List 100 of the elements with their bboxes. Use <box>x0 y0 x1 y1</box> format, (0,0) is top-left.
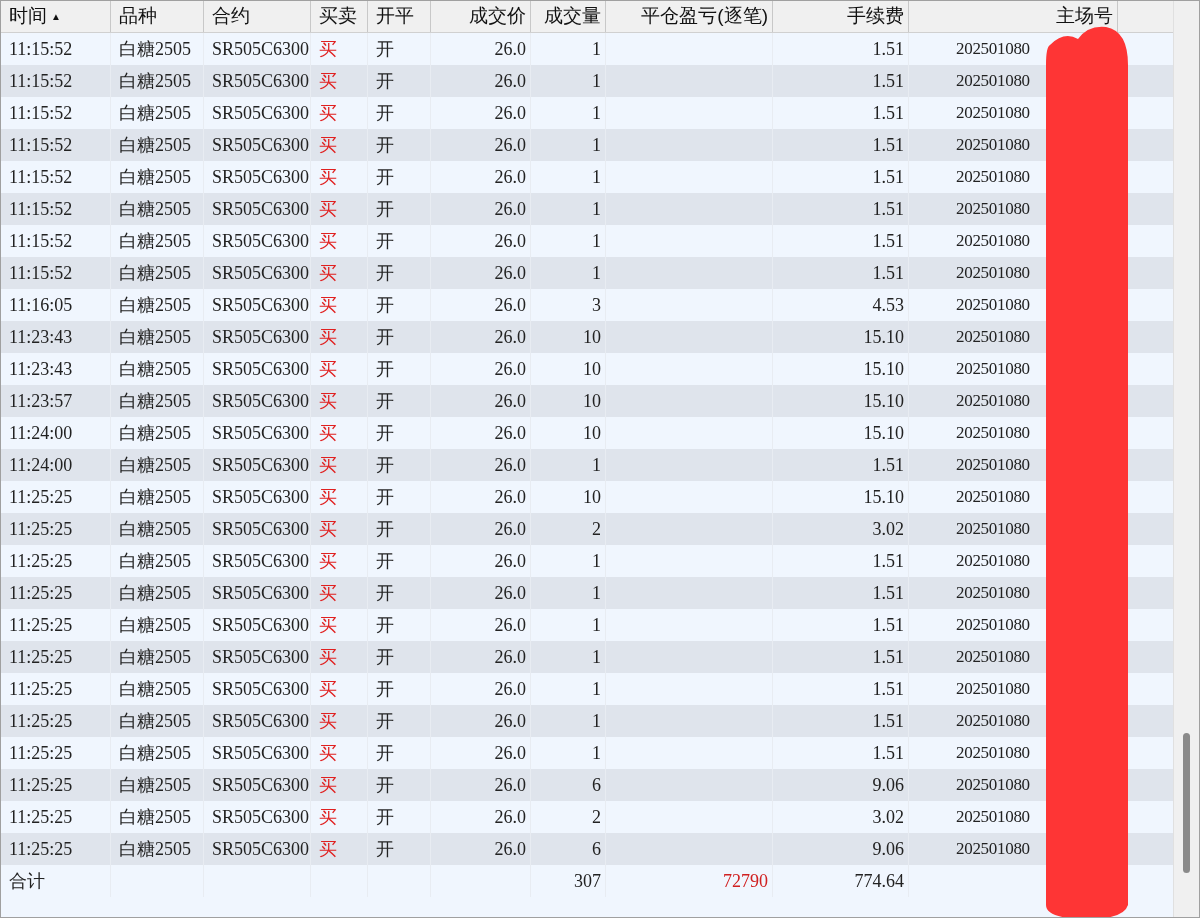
table-cell-text: SR505C6300 <box>212 517 310 541</box>
column-header[interactable]: 合约 <box>204 1 311 32</box>
table-cell-text: 11:25:25 <box>9 677 73 701</box>
table-cell-text: 买 <box>319 741 337 765</box>
table-cell-text: 买 <box>319 261 337 285</box>
table-cell-text: 11:25:25 <box>9 485 73 509</box>
table-cell-text: 1.51 <box>872 197 904 221</box>
table-cell-text: SR505C6300 <box>212 101 310 125</box>
table-cell-text: 1.51 <box>872 165 904 189</box>
column-header[interactable]: 成交价 <box>431 1 531 32</box>
table-cell-text: 26.0 <box>494 389 526 413</box>
table-cell-text: 26.0 <box>494 293 526 317</box>
table-cell-text: 白糖2505 <box>119 741 191 765</box>
table-cell-text: 开 <box>376 293 394 317</box>
table-cell-text: 开 <box>376 517 394 541</box>
table-cell-text: SR505C6300 <box>212 357 310 381</box>
total-cell-text: 307 <box>574 869 601 893</box>
table-cell-text: 11:15:52 <box>9 69 73 93</box>
table-cell-text: 买 <box>319 69 337 93</box>
table-cell-text: 202501080 <box>956 358 1030 381</box>
table-cell-text: 买 <box>319 581 337 605</box>
table-cell-text: 3 <box>592 293 601 317</box>
table-cell-text: 买 <box>319 37 337 61</box>
table-cell-text: SR505C6300 <box>212 805 310 829</box>
table-cell-text: 买 <box>319 837 337 861</box>
column-header[interactable]: 买卖 <box>311 1 368 32</box>
table-cell-text: SR505C6300 <box>212 485 310 509</box>
column-header[interactable]: 开平 <box>368 1 431 32</box>
table-cell-text: 1.51 <box>872 549 904 573</box>
column-header[interactable]: 成交量 <box>531 1 606 32</box>
table-cell-text: 1.51 <box>872 69 904 93</box>
table-cell-text: 11:15:52 <box>9 165 73 189</box>
table-cell-text: 26.0 <box>494 613 526 637</box>
table-cell-text: 202501080 <box>956 166 1030 189</box>
table-cell-text: SR505C6300 <box>212 293 310 317</box>
table-cell-text: 202501080 <box>956 742 1030 765</box>
table-cell-text: 白糖2505 <box>119 805 191 829</box>
table-cell-text: 11:23:57 <box>9 389 73 413</box>
table-cell-text: 3.02 <box>872 517 904 541</box>
table-cell-text: 买 <box>319 517 337 541</box>
table-cell-text: 1 <box>592 197 601 221</box>
table-cell-text: 买 <box>319 133 337 157</box>
table-cell-text: 10 <box>583 485 601 509</box>
table-cell-text: 202501080 <box>956 294 1030 317</box>
table-cell-text: SR505C6300 <box>212 613 310 637</box>
table-cell-text: 202501080 <box>956 422 1030 445</box>
column-header[interactable]: 平仓盈亏(逐笔) <box>606 1 773 32</box>
table-cell-text: SR505C6300 <box>212 389 310 413</box>
column-header[interactable]: 品种 <box>111 1 204 32</box>
table-cell-text: 开 <box>376 485 394 509</box>
table-cell-text: 买 <box>319 229 337 253</box>
table-cell-text: 买 <box>319 421 337 445</box>
column-header[interactable]: 手续费 <box>773 1 909 32</box>
table-cell-text: 白糖2505 <box>119 677 191 701</box>
table-cell-text: 1.51 <box>872 677 904 701</box>
table-cell-text: 11:23:43 <box>9 325 73 349</box>
table-cell-text: 15.10 <box>863 325 904 349</box>
table-cell-text: 买 <box>319 165 337 189</box>
table-cell-text: 白糖2505 <box>119 229 191 253</box>
scrollbar-thumb[interactable] <box>1183 733 1190 873</box>
table-cell-text: SR505C6300 <box>212 677 310 701</box>
table-cell-text: 买 <box>319 197 337 221</box>
table-cell-text: 202501080 <box>956 390 1030 413</box>
table-cell-text: 11:24:00 <box>9 453 73 477</box>
scrollbar[interactable] <box>1173 1 1199 917</box>
table-cell-text: 11:15:52 <box>9 133 73 157</box>
table-cell-text: 26.0 <box>494 773 526 797</box>
table-cell-text: 26.0 <box>494 549 526 573</box>
table-cell-text: 1.51 <box>872 645 904 669</box>
table-cell-text: 202501080 <box>956 646 1030 669</box>
table-cell-text: 11:25:25 <box>9 805 73 829</box>
table-cell-text: SR505C6300 <box>212 709 310 733</box>
table-cell-text: 202501080 <box>956 614 1030 637</box>
table-cell-text: 开 <box>376 165 394 189</box>
table-cell-text: 11:15:52 <box>9 261 73 285</box>
table-cell-text: 白糖2505 <box>119 325 191 349</box>
table-cell-text: 白糖2505 <box>119 293 191 317</box>
table-cell-text: 15.10 <box>863 357 904 381</box>
table-cell-text: 开 <box>376 357 394 381</box>
table-cell-text: 买 <box>319 773 337 797</box>
table-cell-text: 26.0 <box>494 741 526 765</box>
table-cell-text: 202501080 <box>956 262 1030 285</box>
table-cell-text: 202501080 <box>956 582 1030 605</box>
table-cell-text: 开 <box>376 421 394 445</box>
table-cell-text: 开 <box>376 741 394 765</box>
table-cell-text: 202501080 <box>956 486 1030 509</box>
table-cell-text: 11:15:52 <box>9 37 73 61</box>
table-cell-text: 202501080 <box>956 806 1030 829</box>
total-cell-text: 774.64 <box>854 869 904 893</box>
table-cell-text: 26.0 <box>494 357 526 381</box>
table-cell-text: 11:25:25 <box>9 741 73 765</box>
table-cell-text: 买 <box>319 325 337 349</box>
table-cell-text: 26.0 <box>494 805 526 829</box>
table-cell-text: SR505C6300 <box>212 741 310 765</box>
column-header[interactable]: 时间 ▲ <box>1 1 111 32</box>
table-cell-text: 26.0 <box>494 229 526 253</box>
table-cell-text: 202501080 <box>956 326 1030 349</box>
table-cell-text: 1.51 <box>872 133 904 157</box>
table-cell-text: 1 <box>592 741 601 765</box>
table-cell-text: 1 <box>592 581 601 605</box>
